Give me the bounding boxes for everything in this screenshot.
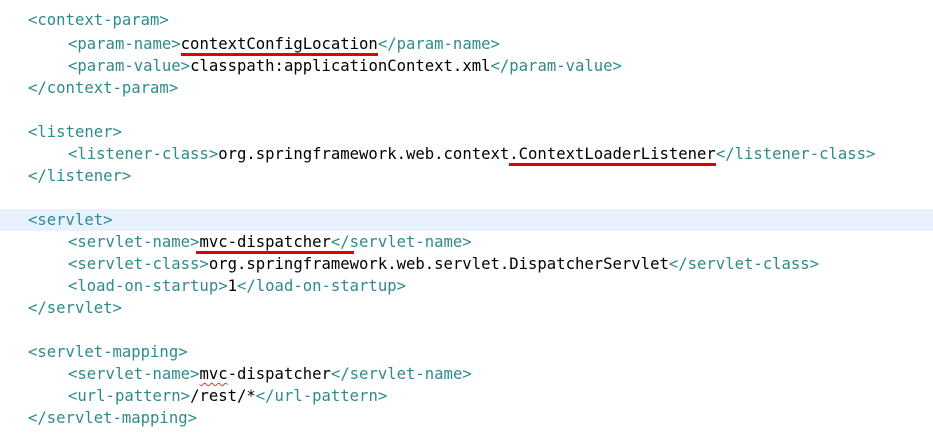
code-line: </context-param> (0, 77, 933, 99)
xml-tag: </servlet-name> (330, 365, 472, 383)
xml-tag: </servlet-mapping> (28, 409, 197, 427)
xml-tag: <param-name> (68, 35, 181, 53)
xml-tag: </servlet> (28, 299, 122, 317)
xml-tag: </listener-class> (715, 145, 876, 163)
xml-text: 1 (227, 277, 237, 295)
xml-tag-bracket: < (28, 211, 38, 229)
code-line: <param-value>classpath:applicationContex… (0, 55, 933, 77)
xml-tag: </servlet-name> (330, 233, 472, 251)
xml-code-editor[interactable]: <context-param> <param-name>contextConfi… (0, 0, 933, 440)
annotation-underline (196, 251, 354, 254)
xml-tag: <listener-class> (68, 145, 219, 163)
xml-text: -dispatcher (227, 365, 331, 383)
code-line: <servlet-mapping> (0, 341, 933, 363)
xml-tag: <param-value> (68, 57, 191, 75)
code-line: <listener> (0, 121, 933, 143)
xml-tag: </url-pattern> (255, 387, 388, 405)
xml-tag: <context-param> (28, 11, 169, 29)
xml-tag: </param-value> (490, 57, 622, 75)
xml-text: org.springframework.web.servlet.Dispatch… (208, 255, 669, 273)
xml-tag: </listener> (28, 167, 132, 185)
code-line: <servlet-name>mvc-dispatcher</servlet-na… (0, 231, 933, 253)
xml-tag: <servlet-class> (68, 255, 209, 273)
xml-tag: <servlet-name> (68, 233, 200, 251)
spellcheck-flagged-text: mvc (199, 365, 228, 383)
xml-tag: <url-pattern> (68, 387, 191, 405)
highlighted-listener-class: .ContextLoaderListener (509, 145, 716, 166)
xml-tag: <listener> (28, 123, 122, 141)
current-code-line: <servlet> (0, 209, 933, 231)
code-line: </servlet-mapping> (0, 407, 933, 429)
xml-text: org.springframework.web.context (218, 145, 510, 163)
xml-tag: </load-on-startup> (237, 277, 406, 295)
xml-text: classpath:applicationContext.xml (190, 57, 491, 75)
xml-text: /rest/* (190, 387, 256, 405)
xml-tag: </context-param> (28, 79, 179, 97)
code-line: <param-name>contextConfigLocation</param… (0, 33, 933, 56)
code-line: <context-param> (0, 9, 933, 31)
highlighted-servlet-name: mvc-dispatcher (199, 233, 331, 251)
code-line: </servlet> (0, 297, 933, 319)
code-line: <url-pattern>/rest/*</url-pattern> (0, 385, 933, 407)
code-line: <servlet-class>org.springframework.web.s… (0, 253, 933, 275)
xml-tag: </param-name> (377, 35, 500, 53)
highlighted-param-name: contextConfigLocation (180, 35, 378, 56)
xml-tag: servlet> (37, 211, 113, 229)
xml-tag: <load-on-startup> (68, 277, 228, 295)
code-line: <listener-class>org.springframework.web.… (0, 143, 933, 166)
code-line: </listener> (0, 165, 933, 187)
xml-tag: <servlet-mapping> (28, 343, 188, 361)
code-line: <servlet-name>mvc-dispatcher</servlet-na… (0, 363, 933, 385)
xml-tag: <servlet-name> (68, 365, 200, 383)
xml-tag: </servlet-class> (668, 255, 820, 273)
code-line: <load-on-startup>1</load-on-startup> (0, 275, 933, 297)
